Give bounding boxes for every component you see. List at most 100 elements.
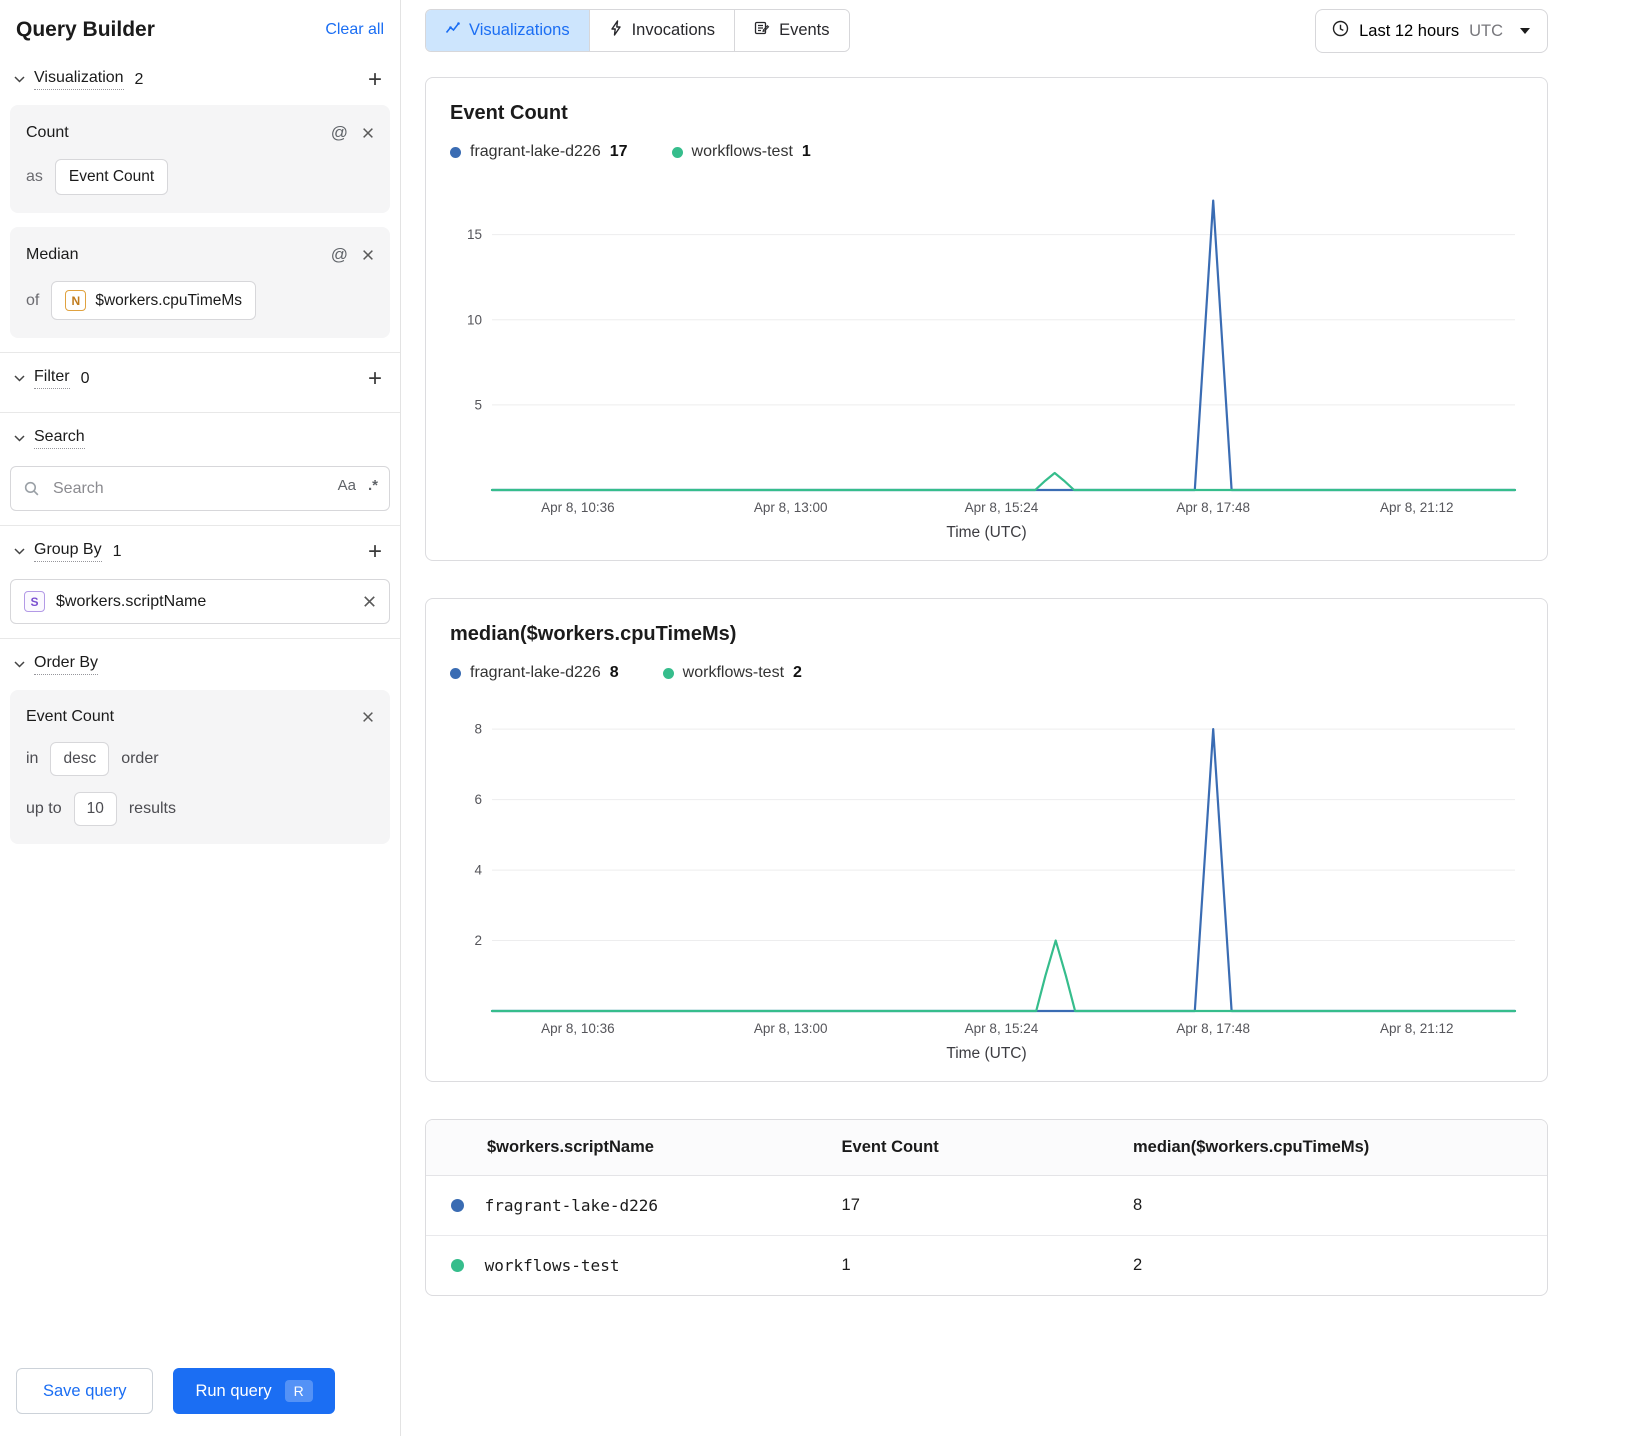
- tab-label: Visualizations: [469, 21, 570, 39]
- svg-text:Apr 8, 21:12: Apr 8, 21:12: [1380, 1021, 1454, 1036]
- tab-visualizations[interactable]: Visualizations: [426, 10, 589, 51]
- median-field-pill[interactable]: N $workers.cpuTimeMs: [51, 281, 257, 320]
- event-count-line-chart: 5 10 15 Apr 8, 10:36 Apr 8, 13:00 Apr 8, 15:2…: [450, 175, 1523, 520]
- visualization-count: 2: [134, 70, 144, 88]
- up-to-label: up to: [26, 800, 62, 817]
- remove-group-by-button[interactable]: [363, 595, 376, 608]
- tab-events[interactable]: Events: [734, 10, 849, 51]
- clear-all-link[interactable]: Clear all: [325, 21, 384, 39]
- column-header-event-count: Event Count: [829, 1120, 1121, 1176]
- legend-item[interactable]: workflows-test 1: [671, 143, 811, 161]
- series-dot: [451, 1259, 464, 1273]
- results-label: results: [128, 800, 176, 817]
- series-value: 1: [801, 143, 811, 160]
- group-by-label: Group By: [34, 541, 102, 562]
- filter-section-header: Filter 0 +: [0, 355, 400, 402]
- number-type-icon: N: [65, 290, 87, 311]
- group-by-field-name: $workers.scriptName: [56, 592, 207, 610]
- add-group-by-button[interactable]: +: [364, 539, 386, 563]
- search-input[interactable]: [10, 466, 390, 511]
- event-count-chart-card: Event Count fragrant-lake-d226 17 workfl…: [425, 77, 1548, 561]
- legend-item[interactable]: fragrant-lake-d226 8: [450, 664, 619, 682]
- regex-icon[interactable]: .*: [368, 477, 378, 494]
- time-range-dropdown[interactable]: Last 12 hours UTC: [1315, 9, 1548, 53]
- chevron-down-icon[interactable]: [14, 661, 25, 668]
- svg-text:10: 10: [467, 312, 482, 327]
- main-content: Visualizations Invocations Events Last 1…: [401, 0, 1640, 1436]
- event-log-icon: [754, 20, 770, 41]
- sort-direction-pill[interactable]: desc: [50, 742, 110, 776]
- tab-label: Invocations: [631, 21, 716, 39]
- svg-text:4: 4: [474, 863, 482, 878]
- median-cpu-chart-card: median($workers.cpuTimeMs) fragrant-lake…: [425, 598, 1548, 1082]
- chevron-down-icon[interactable]: [14, 435, 25, 442]
- search-icon: [23, 480, 40, 502]
- median-field-name: $workers.cpuTimeMs: [95, 291, 243, 309]
- tab-invocations[interactable]: Invocations: [588, 10, 735, 51]
- chevron-down-icon: [1519, 27, 1531, 35]
- order-by-section-header: Order By: [0, 641, 400, 688]
- svg-text:2: 2: [474, 933, 482, 948]
- search-box: Aa .*: [10, 466, 390, 511]
- event-count-value: 1: [841, 1256, 851, 1275]
- remove-median-button[interactable]: [362, 249, 374, 261]
- case-sensitive-icon[interactable]: Aa: [338, 477, 356, 494]
- add-filter-button[interactable]: +: [364, 366, 386, 390]
- series-value: 8: [609, 664, 619, 681]
- svg-text:Apr 8, 15:24: Apr 8, 15:24: [965, 1021, 1039, 1036]
- tab-label: Events: [779, 21, 830, 39]
- chart-title: median($workers.cpuTimeMs): [450, 623, 737, 645]
- order-by-label: Order By: [34, 654, 99, 675]
- script-name: fragrant-lake-d226: [484, 1196, 658, 1216]
- add-visualization-button[interactable]: +: [364, 67, 386, 91]
- median-value: 8: [1121, 1175, 1547, 1237]
- svg-text:Apr 8, 21:12: Apr 8, 21:12: [1380, 500, 1454, 515]
- remove-order-by-button[interactable]: [362, 711, 374, 723]
- svg-text:Apr 8, 10:36: Apr 8, 10:36: [541, 500, 615, 515]
- svg-text:Apr 8, 13:00: Apr 8, 13:00: [754, 500, 828, 515]
- order-by-card: Event Count in desc order up to 10 resul…: [10, 690, 390, 844]
- chart-title: Event Count: [450, 102, 568, 124]
- visualization-section-header: Visualization 2 +: [0, 56, 400, 103]
- series-value: 2: [793, 664, 802, 681]
- result-limit-pill[interactable]: 10: [73, 792, 117, 826]
- chevron-down-icon[interactable]: [14, 548, 25, 555]
- app: Query Builder Clear all Visualization 2 …: [0, 0, 1640, 1436]
- chevron-down-icon[interactable]: [14, 76, 25, 83]
- event-count-name-pill[interactable]: Event Count: [54, 159, 169, 195]
- topbar: Visualizations Invocations Events Last 1…: [425, 9, 1548, 53]
- as-label: as: [26, 168, 43, 185]
- divider: [0, 352, 400, 353]
- group-by-field[interactable]: S $workers.scriptName: [10, 579, 390, 624]
- sidebar-content: Query Builder Clear all Visualization 2 …: [0, 0, 400, 858]
- filter-label: Filter: [34, 368, 70, 389]
- chevron-down-icon[interactable]: [14, 375, 25, 382]
- series-dot: [450, 146, 461, 158]
- x-axis-label: Time (UTC): [946, 524, 1027, 541]
- at-mention-icon[interactable]: @: [331, 123, 348, 143]
- svg-text:Apr 8, 17:48: Apr 8, 17:48: [1176, 1021, 1250, 1036]
- order-label: order: [121, 750, 159, 767]
- results-table: $workers.scriptName Event Count median($…: [426, 1120, 1547, 1295]
- series-dot: [662, 667, 674, 679]
- svg-text:Apr 8, 17:48: Apr 8, 17:48: [1176, 500, 1250, 515]
- svg-text:Apr 8, 10:36: Apr 8, 10:36: [541, 1021, 615, 1036]
- run-shortcut-badge: R: [284, 1380, 313, 1402]
- legend-item[interactable]: fragrant-lake-d226 17: [450, 143, 628, 161]
- search-label: Search: [34, 428, 85, 449]
- run-query-button[interactable]: Run query R: [173, 1368, 335, 1414]
- remove-count-button[interactable]: [362, 127, 374, 139]
- time-range-label: Last 12 hours: [1359, 21, 1460, 40]
- divider: [0, 525, 400, 526]
- clock-icon: [1332, 20, 1349, 42]
- table-row[interactable]: fragrant-lake-d226 17 8: [426, 1175, 1547, 1237]
- at-mention-icon[interactable]: @: [331, 245, 348, 265]
- table-row[interactable]: workflows-test 1 2: [426, 1236, 1547, 1296]
- series-name: fragrant-lake-d226: [470, 143, 601, 160]
- results-table-card: $workers.scriptName Event Count median($…: [425, 1119, 1548, 1297]
- legend-item[interactable]: workflows-test 2: [662, 664, 802, 682]
- series-name: workflows-test: [691, 143, 793, 160]
- view-tabs: Visualizations Invocations Events: [425, 9, 850, 52]
- save-query-button[interactable]: Save query: [16, 1368, 154, 1414]
- median-card-title: Median: [26, 246, 79, 263]
